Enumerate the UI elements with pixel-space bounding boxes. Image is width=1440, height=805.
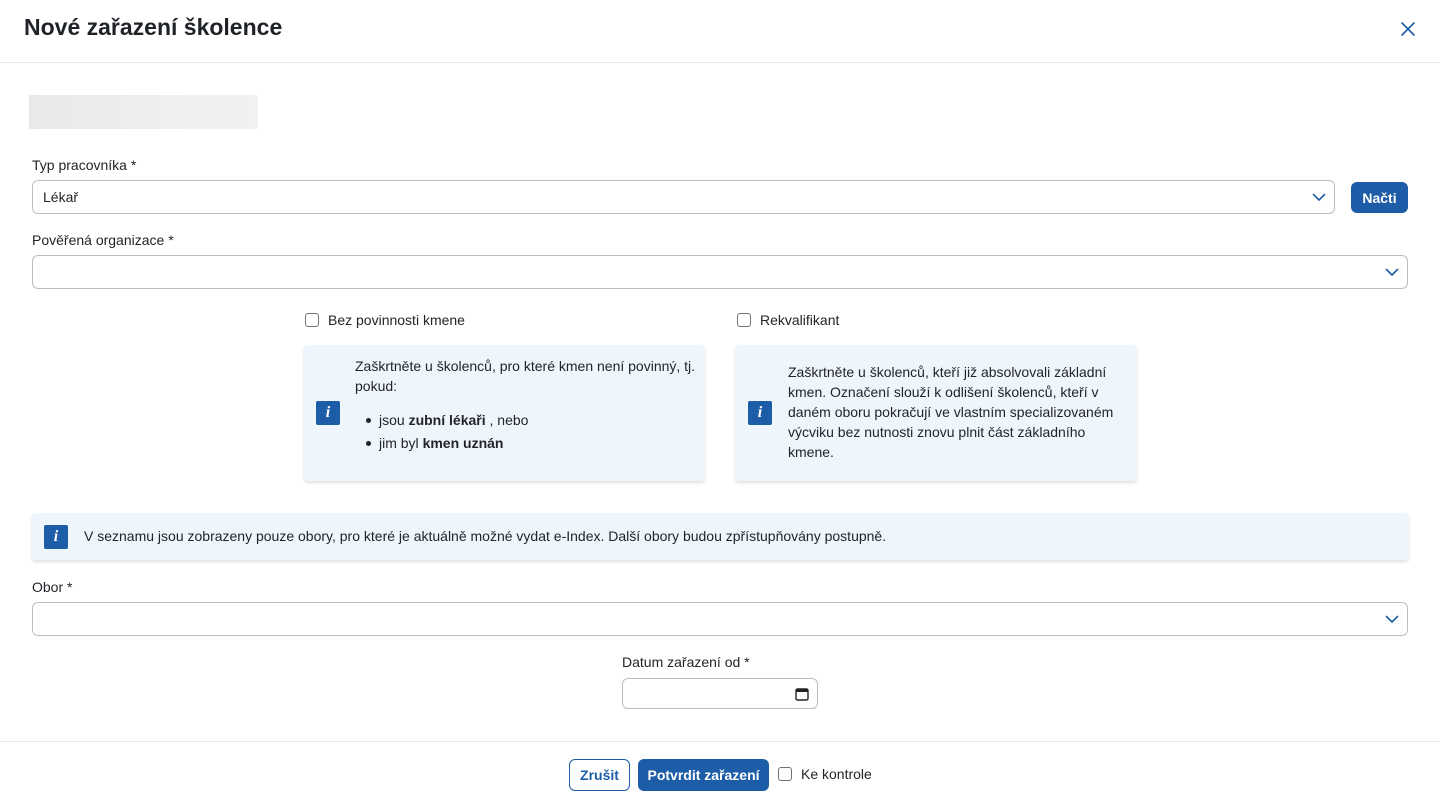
date-from-label: Datum zařazení od * xyxy=(622,654,750,670)
no-trunk-duty-info-text: Zaškrtněte u školenců, pro které kmen ne… xyxy=(355,356,697,456)
calendar-icon[interactable] xyxy=(795,687,809,701)
field-label: Obor * xyxy=(32,579,73,595)
close-icon xyxy=(1401,22,1415,36)
checkbox-box[interactable] xyxy=(778,767,792,781)
confirm-button[interactable]: Potvrdit zařazení xyxy=(638,759,769,791)
no-trunk-duty-checkbox[interactable]: Bez povinnosti kmene xyxy=(305,312,465,328)
chevron-down-icon xyxy=(1385,615,1399,623)
worker-type-value: Lékař xyxy=(43,189,79,205)
info-icon: i xyxy=(748,401,772,425)
chevron-down-icon xyxy=(1385,268,1399,276)
field-select[interactable] xyxy=(32,602,1408,636)
load-button[interactable]: Načti xyxy=(1351,182,1408,213)
organization-select[interactable] xyxy=(32,255,1408,289)
cancel-button[interactable]: Zrušit xyxy=(569,759,630,791)
no-trunk-duty-label: Bez povinnosti kmene xyxy=(328,312,465,328)
no-trunk-duty-info: i Zaškrtněte u školenců, pro které kmen … xyxy=(304,345,705,481)
dialog-title: Nové zařazení školence xyxy=(24,14,283,40)
to-review-checkbox[interactable]: Ke kontrole xyxy=(778,766,872,782)
dialog-header: Nové zařazení školence xyxy=(0,0,1440,63)
requalifier-checkbox[interactable]: Rekvalifikant xyxy=(737,312,839,328)
list-item: jsou zubní lékaři , nebo xyxy=(355,410,697,430)
close-button[interactable] xyxy=(1397,18,1419,40)
info-icon: i xyxy=(44,525,68,549)
organization-label: Pověřená organizace * xyxy=(32,232,174,248)
dialog-footer: Zrušit Potvrdit zařazení Ke kontrole xyxy=(0,741,1440,805)
requalifier-label: Rekvalifikant xyxy=(760,312,840,328)
chevron-down-icon xyxy=(1312,193,1326,201)
fields-notice: i V seznamu jsou zobrazeny pouze obory, … xyxy=(32,513,1409,560)
worker-type-select[interactable]: Lékař xyxy=(32,180,1335,214)
worker-type-label: Typ pracovníka * xyxy=(32,157,137,173)
requalifier-info-text: Zaškrtněte u školenců, kteří již absolvo… xyxy=(788,364,1114,460)
no-trunk-duty-info-intro: Zaškrtněte u školenců, pro které kmen ne… xyxy=(355,358,696,394)
requalifier-info: i Zaškrtněte u školenců, kteří již absol… xyxy=(735,345,1137,481)
fields-notice-text: V seznamu jsou zobrazeny pouze obory, pr… xyxy=(84,528,887,544)
checkbox-box[interactable] xyxy=(737,313,751,327)
redacted-field xyxy=(29,95,258,129)
checkbox-box[interactable] xyxy=(305,313,319,327)
date-from-input[interactable] xyxy=(622,678,818,709)
info-icon: i xyxy=(316,401,340,425)
to-review-label: Ke kontrole xyxy=(801,766,872,782)
list-item: jim byl kmen uznán xyxy=(355,433,697,453)
